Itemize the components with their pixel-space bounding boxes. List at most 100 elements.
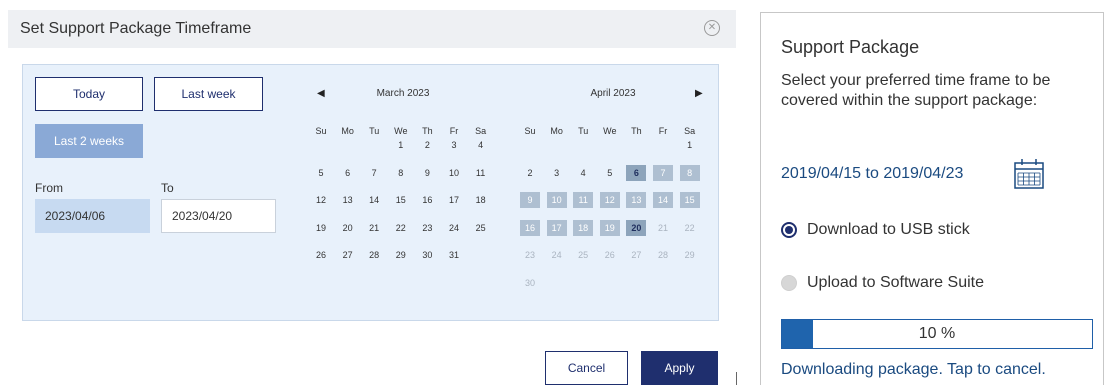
progress-text: 10 % <box>918 325 956 342</box>
from-date-input[interactable]: 2023/04/06 <box>35 199 150 233</box>
calendar-day[interactable]: 28 <box>364 247 384 263</box>
day-of-week-label: Mo <box>550 126 563 136</box>
calendar-day[interactable]: 30 <box>520 275 540 291</box>
from-label: From <box>35 181 63 195</box>
calendar-day[interactable]: 1 <box>391 137 411 153</box>
last-week-button[interactable]: Last week <box>154 77 263 111</box>
calendar-day[interactable]: 7 <box>653 164 673 181</box>
date-range-link[interactable]: 2019/04/15 to 2019/04/23 <box>781 165 963 183</box>
calendar-day[interactable]: 21 <box>653 220 673 236</box>
calendar-day[interactable]: 29 <box>391 247 411 263</box>
calendar-day[interactable]: 31 <box>444 247 464 263</box>
option-download-usb[interactable]: Download to USB stick <box>781 221 970 239</box>
calendar-day[interactable]: 4 <box>471 137 491 153</box>
calendar-icon[interactable] <box>1013 158 1045 195</box>
to-date-input[interactable]: 2023/04/20 <box>161 199 276 233</box>
calendar-day[interactable]: 4 <box>573 165 593 181</box>
calendar-day[interactable]: 25 <box>573 247 593 263</box>
calendar-day[interactable]: 26 <box>311 247 331 263</box>
calendar-day[interactable]: 15 <box>391 192 411 208</box>
calendar-day[interactable]: 11 <box>471 165 491 181</box>
calendar-day[interactable]: 9 <box>520 192 540 208</box>
calendar-day[interactable]: 18 <box>573 219 594 236</box>
calendar-day[interactable]: 8 <box>391 165 411 181</box>
calendar-day[interactable]: 2 <box>417 137 437 153</box>
calendar-day[interactable]: 13 <box>338 192 358 208</box>
calendar-day[interactable]: 16 <box>520 219 540 236</box>
calendar-day[interactable]: 24 <box>547 247 567 263</box>
calendar-day[interactable]: 17 <box>444 192 464 208</box>
radio-selected-icon[interactable] <box>781 222 797 238</box>
card-title: Support Package <box>781 37 920 57</box>
calendar-day[interactable]: 9 <box>417 165 437 181</box>
calendar-day[interactable]: 19 <box>599 219 620 236</box>
calendar-day[interactable]: 29 <box>680 247 700 263</box>
calendar-day[interactable]: 2 <box>520 165 540 181</box>
option-label: Upload to Software Suite <box>807 274 984 291</box>
calendar-day[interactable]: 18 <box>471 192 491 208</box>
calendar-day[interactable]: 3 <box>547 165 567 181</box>
divider <box>736 372 737 385</box>
day-of-week-label: Th <box>631 126 642 136</box>
calendar-month-title: April 2023 <box>590 88 636 99</box>
calendar-day[interactable]: 20 <box>338 220 358 236</box>
timeframe-dialog: Set Support Package Timeframe ✕ Today La… <box>0 0 736 385</box>
calendar-day[interactable]: 30 <box>417 247 437 263</box>
calendar-day[interactable]: 22 <box>391 220 411 236</box>
calendar-day[interactable]: 12 <box>311 192 331 208</box>
calendar-day[interactable]: 21 <box>364 220 384 236</box>
option-upload-suite[interactable]: Upload to Software Suite <box>781 274 984 292</box>
day-of-week-label: Su <box>524 126 536 136</box>
calendar-day[interactable]: 7 <box>364 165 384 181</box>
day-of-week-label: Tu <box>369 126 380 136</box>
calendar-day[interactable]: 26 <box>600 247 620 263</box>
calendar-day[interactable]: 10 <box>546 192 567 208</box>
calendar-day[interactable]: 23 <box>520 247 540 263</box>
calendar-month-title: March 2023 <box>376 88 430 99</box>
day-of-week-label: Su <box>315 126 327 136</box>
option-label: Download to USB stick <box>807 221 970 238</box>
calendar-day[interactable]: 24 <box>444 220 464 236</box>
day-of-week-label: Tu <box>578 126 589 136</box>
calendar-day[interactable]: 1 <box>680 137 700 153</box>
calendar-day[interactable]: 6 <box>626 164 647 181</box>
calendar-day[interactable]: 3 <box>444 137 464 153</box>
to-label: To <box>161 181 174 195</box>
calendar-day[interactable]: 27 <box>626 247 646 263</box>
calendar-day[interactable]: 28 <box>653 247 673 263</box>
radio-unselected-icon[interactable] <box>781 275 797 291</box>
dialog-header: Set Support Package Timeframe ✕ <box>8 10 736 48</box>
close-icon[interactable]: ✕ <box>704 20 720 36</box>
calendar-day[interactable]: 5 <box>600 165 620 181</box>
calendar-day[interactable]: 25 <box>471 220 491 236</box>
calendar-day[interactable]: 13 <box>626 192 647 208</box>
calendar-day[interactable]: 14 <box>653 192 673 208</box>
calendar-day[interactable]: 5 <box>311 165 331 181</box>
calendar-day[interactable]: 14 <box>364 192 384 208</box>
triangle-left-icon[interactable]: ◀ <box>317 88 325 99</box>
calendar-day[interactable]: 12 <box>599 192 620 208</box>
calendar-day[interactable]: 10 <box>444 165 464 181</box>
last-2-weeks-button[interactable]: Last 2 weeks <box>35 124 143 158</box>
cancel-button[interactable]: Cancel <box>545 351 628 385</box>
triangle-right-icon[interactable]: ▶ <box>695 88 703 99</box>
calendar-day[interactable]: 27 <box>338 247 358 263</box>
calendar-day[interactable]: 23 <box>417 220 437 236</box>
day-of-week-label: Mo <box>341 126 354 136</box>
calendar-day[interactable]: 8 <box>679 164 700 181</box>
support-package-card: Support Package Select your preferred ti… <box>760 12 1104 385</box>
calendar-day[interactable]: 20 <box>626 219 647 236</box>
date-selection-panel: Today Last week Last 2 weeks From To 202… <box>22 64 719 321</box>
progress-bar: 10 % <box>781 319 1093 349</box>
calendar-day[interactable]: 11 <box>573 192 594 208</box>
calendar-day[interactable]: 6 <box>338 165 358 181</box>
day-of-week-label: Fr <box>658 126 668 136</box>
apply-button[interactable]: Apply <box>641 351 718 385</box>
download-status-link[interactable]: Downloading package. Tap to cancel. <box>781 361 1046 379</box>
calendar-day[interactable]: 19 <box>311 220 331 236</box>
calendar-day[interactable]: 15 <box>679 192 700 208</box>
today-button[interactable]: Today <box>35 77 143 111</box>
calendar-day[interactable]: 16 <box>417 192 437 208</box>
calendar-day[interactable]: 17 <box>546 219 567 236</box>
calendar-day[interactable]: 22 <box>680 220 700 236</box>
